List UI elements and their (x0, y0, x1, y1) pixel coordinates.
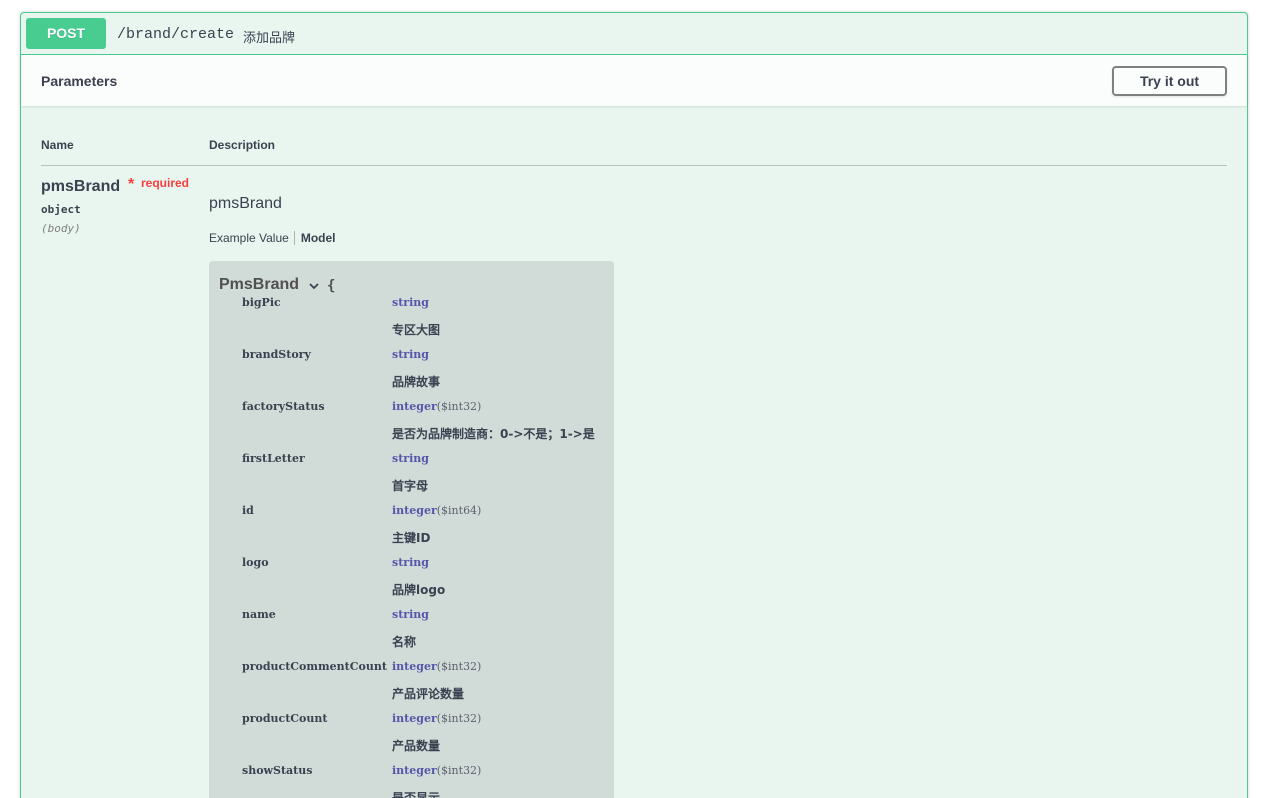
model-property-format: ($int32) (436, 400, 482, 413)
model-schema-box: PmsBrand { bigPic string 专区大图 brandStory str… (209, 261, 614, 798)
model-property-name: factoryStatus (242, 400, 325, 413)
model-property-type-name: integer (392, 400, 437, 413)
model-property-name: productCommentCount (242, 660, 387, 673)
model-property-name: bigPic (242, 296, 281, 309)
tab-example-value[interactable]: Example Value (209, 231, 295, 245)
model-property-type: integer($int32) (392, 712, 481, 725)
model-open-brace: { (327, 278, 336, 294)
model-property-type-name: string (392, 608, 429, 621)
model-property-type-name: string (392, 452, 429, 465)
operation-summary[interactable]: POST /brand/create 添加品牌 (21, 13, 1247, 55)
model-property-type: string (392, 452, 429, 465)
model-property-name: name (242, 608, 276, 621)
parameter-description: pmsBrand (209, 195, 282, 212)
model-property-type-name: integer (392, 504, 437, 517)
model-property-type: string (392, 608, 429, 621)
model-property-description: 专区大图 (392, 323, 441, 337)
parameter-location: (body) (41, 222, 81, 235)
model-property-type: string (392, 348, 429, 361)
tab-model[interactable]: Model (295, 231, 336, 245)
model-property-type-name: string (392, 296, 429, 309)
column-header-description: Description (209, 138, 276, 152)
model-property-name: brandStory (242, 348, 311, 361)
model-property-name: firstLetter (242, 452, 305, 465)
column-header-name: Name (41, 138, 74, 152)
example-model-tabs: Example Value Model (209, 231, 336, 247)
model-property-description: 是否为品牌制造商：0->不是；1->是 (392, 427, 595, 441)
model-property-format: ($int32) (436, 764, 482, 777)
model-property-type-name: string (392, 348, 429, 361)
model-property-description: 名称 (392, 635, 417, 649)
parameters-section-header: Parameters Try it out (21, 55, 1247, 106)
parameter-type: object (41, 203, 81, 216)
model-title[interactable]: PmsBrand (219, 276, 299, 294)
operation-summary-text: 添加品牌 (243, 31, 296, 46)
model-property-description: 主键ID (392, 531, 431, 545)
model-property-type: integer($int32) (392, 400, 481, 413)
model-property-type: string (392, 296, 429, 309)
http-method-badge: POST (26, 18, 106, 49)
try-it-out-button[interactable]: Try it out (1112, 66, 1227, 96)
parameter-name: pmsBrand (41, 178, 121, 195)
model-property-description: 品牌logo (392, 583, 446, 597)
model-property-type: integer($int32) (392, 764, 481, 777)
model-property-type-name: string (392, 556, 429, 569)
parameters-title: Parameters (41, 73, 118, 89)
model-property-description: 产品数量 (392, 739, 441, 753)
model-property-description: 是否显示 (392, 791, 441, 798)
operation-path: /brand/create (117, 26, 235, 43)
required-star: * (128, 176, 135, 193)
operation-block-post-brand-create: POST /brand/create 添加品牌 Parameters Try i… (20, 12, 1248, 798)
model-property-description: 产品评论数量 (392, 687, 465, 701)
model-property-name: logo (242, 556, 269, 569)
model-property-type-name: integer (392, 764, 437, 777)
model-property-type: integer($int64) (392, 504, 481, 517)
model-property-name: productCount (242, 712, 328, 725)
model-property-format: ($int64) (436, 504, 482, 517)
model-property-description: 品牌故事 (392, 375, 441, 389)
required-label: required (141, 176, 190, 190)
model-property-type: integer($int32) (392, 660, 481, 673)
model-property-name: id (242, 504, 254, 517)
header-divider (41, 165, 1227, 166)
model-property-name: showStatus (242, 764, 313, 777)
model-property-format: ($int32) (436, 660, 482, 673)
model-property-type-name: integer (392, 712, 437, 725)
model-property-type-name: integer (392, 660, 437, 673)
chevron-down-icon[interactable] (307, 279, 321, 293)
model-property-type: string (392, 556, 429, 569)
model-property-description: 首字母 (392, 479, 429, 493)
model-property-format: ($int32) (436, 712, 482, 725)
